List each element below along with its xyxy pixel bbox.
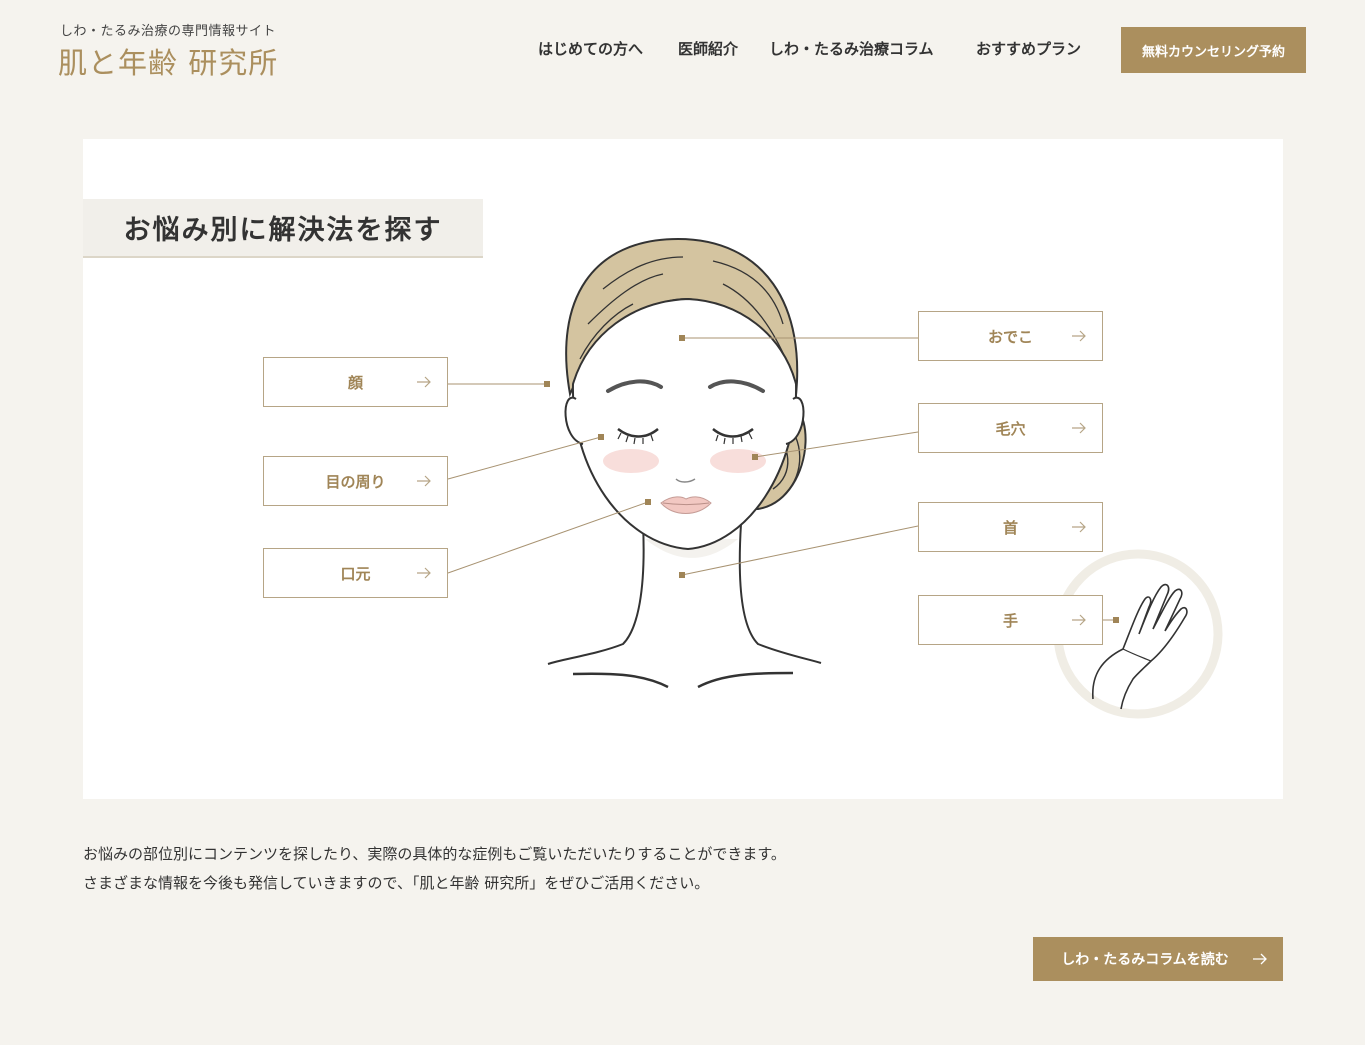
intro-line-1: お悩みの部位別にコンテンツを探したり、実際の具体的な症例もご覧いただいたりするこ… [83, 845, 786, 863]
section-title: お悩み別に解決法を探す [123, 215, 443, 246]
area-button-label: 顔 [347, 373, 363, 392]
nav-doctors[interactable]: 医師紹介 [678, 38, 738, 59]
nav-first-visit[interactable]: はじめての方へ [538, 38, 643, 59]
arrow-right-icon [1253, 953, 1267, 965]
area-button-hand[interactable]: 手 [918, 595, 1103, 645]
read-column-label: しわ・たるみコラムを読む [1061, 952, 1229, 968]
nav-column[interactable]: しわ・たるみ治療コラム [769, 38, 934, 59]
intro-text: お悩みの部位別にコンテンツを探したり、実際の具体的な症例もご覧いただいたりするこ… [83, 840, 786, 898]
site-tagline: しわ・たるみ治療の専門情報サイト [60, 24, 277, 39]
area-button-label: 手 [1002, 611, 1018, 630]
area-button-label: 毛穴 [995, 419, 1026, 438]
arrow-right-icon [417, 475, 431, 487]
site-header: しわ・たるみ治療の専門情報サイト 肌と年齢 研究所 はじめての方へ 医師紹介 し… [0, 0, 1365, 100]
area-button-forehead[interactable]: おでこ [918, 311, 1103, 361]
area-button-label: 目の周り [325, 472, 386, 491]
arrow-right-icon [417, 567, 431, 579]
counseling-reservation-button[interactable]: 無料カウンセリング予約 [1121, 27, 1306, 73]
intro-line-2: さまざまな情報を今後も発信していきますので、「肌と年齢 研究所」をぜひご活用くだ… [83, 874, 710, 892]
face-illustration [547, 237, 822, 689]
area-button-label: 首 [1002, 518, 1018, 537]
area-button-pores[interactable]: 毛穴 [918, 403, 1103, 453]
area-button-label: おでこ [987, 327, 1033, 346]
nav-plans[interactable]: おすすめプラン [976, 38, 1081, 59]
arrow-right-icon [1072, 422, 1086, 434]
concern-search-panel: お悩み別に解決法を探す 顔 目の周り 口元 おでこ 毛穴 首 手 [83, 139, 1283, 799]
site-logo[interactable]: 肌と年齢 研究所 [58, 40, 278, 82]
arrow-right-icon [417, 376, 431, 388]
section-title-box: お悩み別に解決法を探す [83, 199, 483, 258]
area-button-eyes[interactable]: 目の周り [263, 456, 448, 506]
hand-illustration [1092, 583, 1188, 710]
arrow-right-icon [1072, 330, 1086, 342]
area-button-label: 口元 [340, 564, 371, 583]
area-button-neck[interactable]: 首 [918, 502, 1103, 552]
area-button-face[interactable]: 顔 [263, 357, 448, 407]
arrow-right-icon [1072, 521, 1086, 533]
arrow-right-icon [1072, 614, 1086, 626]
read-column-button[interactable]: しわ・たるみコラムを読む [1033, 937, 1283, 981]
area-button-mouth[interactable]: 口元 [263, 548, 448, 598]
